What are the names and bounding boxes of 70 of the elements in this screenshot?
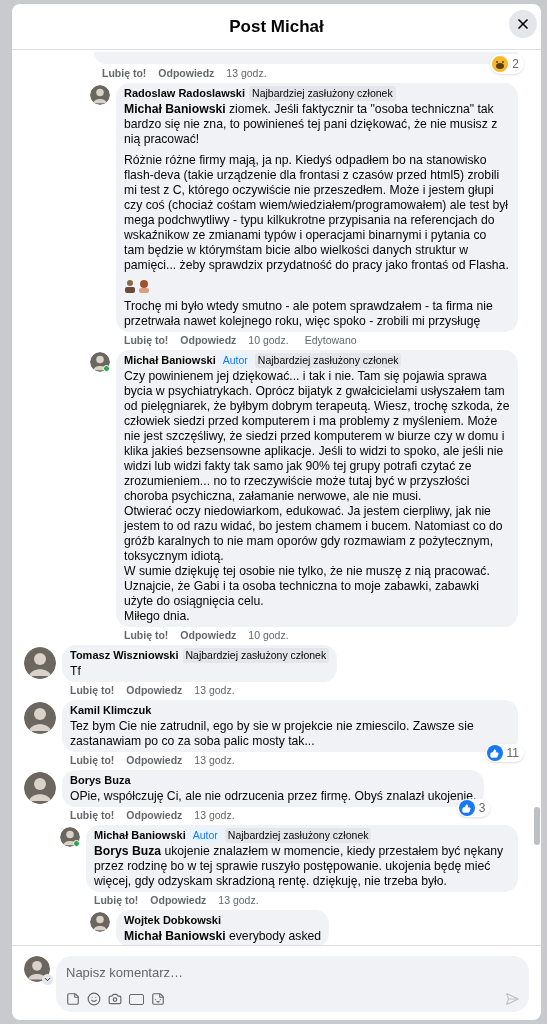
sticker-icon[interactable] <box>151 992 165 1006</box>
reply-link[interactable]: Odpowiedz <box>126 753 183 769</box>
like-link[interactable]: Lubię to! <box>124 333 169 349</box>
avatar-icon[interactable] <box>24 702 56 734</box>
gif-icon[interactable] <box>129 993 144 1005</box>
reply-link[interactable]: Odpowiedz <box>180 333 237 349</box>
comment-time: 13 godz. <box>194 753 235 769</box>
comment-text: Trochę mi było wtedy smutno - ale potem sprawdzałem - ta firma nie przetrwała nawet kolejnego roku, więc spoko - zrobili mi przysługę <box>124 299 494 329</box>
comment-input[interactable]: Napisz komentarz… <box>56 955 529 1012</box>
comment-time: 13 godz. <box>226 66 267 82</box>
comment-text: Otwierać oczy niedowiarkom, edukować. Ja jestem cierpliwy, jak nie jestem to od razu widać, bo jestem chamem i bucem. Natomiast co do gróźb karalnych to nie mam oporów gdy rozmawiam z pożytecznym, toksycznym idiotą. <box>124 504 504 564</box>
close-button[interactable] <box>509 10 537 38</box>
member-badge: Najbardziej zasłużony członek <box>254 353 402 368</box>
avatar-icon[interactable] <box>24 955 50 982</box>
reply-link[interactable]: Odpowiedz <box>126 683 183 699</box>
author-badge: Autor <box>219 353 251 368</box>
avatar-sticker-icon[interactable] <box>66 992 80 1006</box>
avatar-icon[interactable] <box>90 352 110 372</box>
reply-link[interactable]: Odpowiedz <box>150 893 207 909</box>
avatar-icon[interactable] <box>24 772 56 804</box>
comment-time: 13 godz. <box>194 808 235 824</box>
comment-text: Borys Buza ukojenie znalazłem w momencie, kiedy przestałem być nękany przez rodzinę bo w tej sprawie ruszyło postępowanie. ukojenia będę mieć więcej, gdy odzyskam skradzioną rentę. dziękuję, nie trzeba było. <box>94 844 505 889</box>
author-name[interactable]: Michał Baniowski <box>124 353 216 368</box>
reaction-count[interactable]: 2 <box>490 54 524 74</box>
close-icon <box>515 16 531 32</box>
member-badge: Najbardziej zasłużony członek <box>224 828 372 843</box>
reply-link[interactable]: Odpowiedz <box>126 808 183 824</box>
like-link[interactable]: Lubię to! <box>70 808 115 824</box>
like-link[interactable]: Lubię to! <box>124 628 169 644</box>
chevron-down-icon[interactable] <box>42 973 53 985</box>
comment-text: Tf <box>70 664 82 679</box>
author-name[interactable]: Tomasz Wiszniowski <box>70 648 179 663</box>
reply-link[interactable]: Odpowiedz <box>158 66 215 82</box>
camera-icon[interactable] <box>108 992 122 1006</box>
emoji-icon[interactable] <box>87 992 101 1006</box>
like-link[interactable]: Lubię to! <box>94 893 139 909</box>
edited-label: Edytowano <box>304 333 357 349</box>
like-link[interactable]: Lubię to! <box>70 683 115 699</box>
thumbs-up-icon <box>486 745 503 761</box>
author-name[interactable]: Wojtek Dobkowski <box>124 913 221 928</box>
comment-field[interactable]: Napisz komentarz… <box>66 962 519 982</box>
author-badge: Autor <box>189 828 221 843</box>
comment-text: W sumie dziękuję tej osobie nie tylko, że nie muszę z nią pracować. Uznajcie, że Gabi i ta osoba techniczna to moje zabawki, zabawki użyte do osiągnięcia celu. <box>124 564 491 609</box>
member-badge: Najbardziej zasłużony członek <box>249 86 396 101</box>
avatar-icon[interactable] <box>90 85 110 105</box>
comment-text: Tez bym Cie nie zatrudnil, ego by sie w projekcie nie zmiescilo. Zawsze sie zastanawiam po co za soba palic mosty tak... <box>70 719 475 749</box>
reaction-count[interactable]: 3 <box>456 799 491 817</box>
comment-time: 13 godz. <box>194 683 235 699</box>
comment-text: Różnie różne firmy mają, ja np. Kiedyś odpadłem bo na stanowisko flash-deva (takie urządzenie dla frontasi z czasów przed html5) zrobili mi test z C, którego oczywiście nie przeszedłem. Może i jestem głupi czy coś (chociaż cośtam wiem/wiedziałem/programowałem) ale test był mega podchwytliwy - typu kilkukrotne przypisania na referencjach do wskaźnikow ze zmianami typów i operacjami binarnymi i pytania co tam będzie w którymśtam bicie albo wielkości danych struktur w pamięci... żeby sprawdzix przydatność do pracy jako frontaś od Flasha. <box>124 153 510 273</box>
author-name[interactable]: Kamil Klimczuk <box>70 703 152 718</box>
author-name[interactable]: Michał Baniowski <box>94 828 186 843</box>
like-link[interactable]: Lubię to! <box>70 753 115 769</box>
comment-text: Miłego dnia. <box>124 609 191 624</box>
reply-link[interactable]: Odpowiedz <box>180 628 237 644</box>
member-badge: Najbardziej zasłużony członek <box>182 648 330 663</box>
avatar-icon[interactable] <box>60 827 80 847</box>
comment-time: 13 godz. <box>218 893 259 909</box>
dialog-title: Post Michał <box>229 15 324 38</box>
author-name[interactable]: Radoslaw Radoslawski <box>124 86 246 101</box>
comment-text: Czy powinienem jej dziękować... i tak i nie. Tam się pojawia sprawa bycia w psychiatrykach. Oprócz bijatyk z gwałcicielami usłyszałem tam od pielęgniarek, że byłbym dobrym terapeutą. Wiesz, trochę szkoda, że człowiek siedzi przed komputerem i ma problemy z myśleniem. Może nie jest szczęśliwy, że siedzi przed komputerem w biurze czy w domu i klika jakieś bezsensowne aplikacje. Jeśli to widzi to spoko, ale jeśli nie widzi lub widzi fakty tak samo jak 90% tej grupy potrafi czytać ze zrozumieniem... no to rzeczywiście może tutaj być w przyszłości choroba psychiczna, załamanie nerwowe, ale nie musi. <box>124 369 510 504</box>
comment-text: Michał Baniowski ziomek. Jeśli faktycznir ta "osoba techniczna" tak bardzo się nie zna, to powinieneś tej pani dziękować, że nie musisz z nią pracować! <box>124 102 499 147</box>
laughing-face-icon <box>492 56 509 72</box>
avatar-icon[interactable] <box>90 912 110 932</box>
comment-text: Michał Baniowski everybody asked <box>124 929 322 944</box>
comment-time: 10 godz. <box>248 333 289 349</box>
comment-time: 10 godz. <box>248 628 289 644</box>
reaction-count[interactable]: 11 <box>484 744 524 762</box>
like-link[interactable]: Lubię to! <box>102 66 147 82</box>
avatar-icon[interactable] <box>24 647 56 679</box>
author-name[interactable]: Borys Buza <box>70 773 131 788</box>
